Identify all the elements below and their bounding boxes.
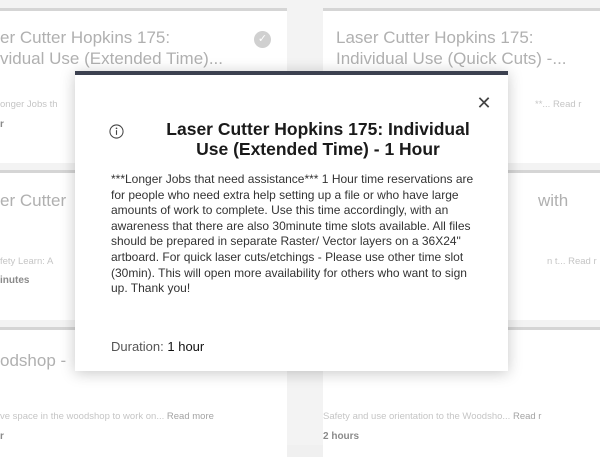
close-icon[interactable]: ✕ xyxy=(474,93,494,113)
duration-value: 1 hour xyxy=(167,339,205,354)
duration-label: Duration: xyxy=(111,339,164,354)
reservation-detail-modal: ✕ Laser Cutter Hopkins 175: Individual U… xyxy=(75,71,508,371)
modal-description: ***Longer Jobs that need assistance*** 1… xyxy=(111,172,474,296)
modal-duration: Duration: 1 hour xyxy=(111,339,204,354)
info-icon xyxy=(109,124,124,139)
modal-title: Laser Cutter Hopkins 175: Individual Use… xyxy=(166,119,470,159)
